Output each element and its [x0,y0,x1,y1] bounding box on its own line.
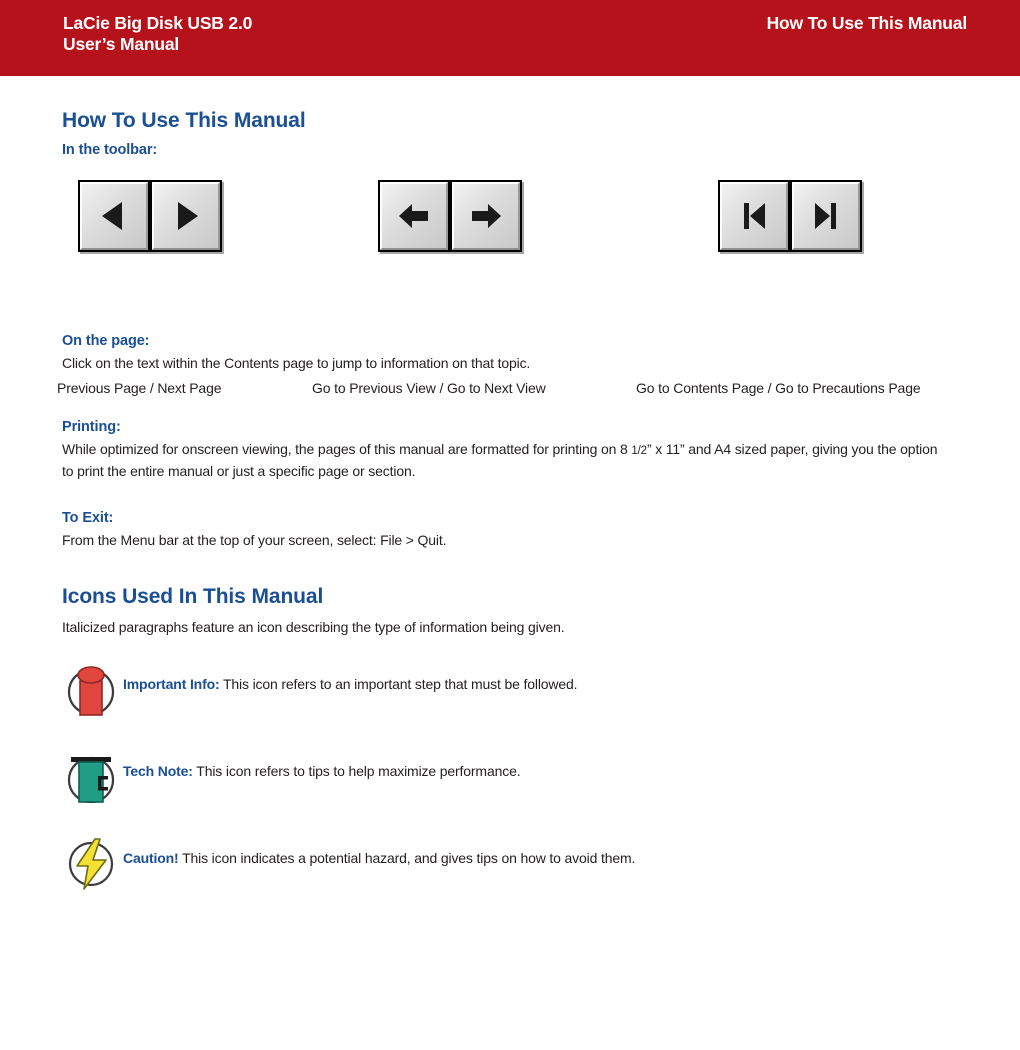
icon-description-tech-note: Tech Note: This icon refers to tips to h… [123,763,521,779]
icon-body-tech-note: This icon refers to tips to help maximiz… [192,763,521,779]
icons-section-intro: Italicized paragraphs feature an icon de… [62,619,565,635]
section-heading-printing: Printing: [62,419,121,435]
next-page-button[interactable] [152,182,220,250]
toolbar-group-document-navigation [718,180,862,252]
toolbar-button-rows: Previous Page / Next Page Go to Previous… [0,180,1020,396]
icon-lead-tech-note: Tech Note: [123,763,193,779]
triangle-right-icon [171,200,201,232]
icon-description-important-info: Important Info: This icon refers to an i… [123,676,578,692]
icon-body-important-info: This icon refers to an important step th… [219,676,578,692]
page-header-banner: LaCie Big Disk USB 2.0 User’s Manual How… [0,0,1020,76]
toolbar-caption-view-navigation: Go to Previous View / Go to Next View [312,380,546,396]
icon-lead-important-info: Important Info: [123,676,220,692]
section-to-exit: To Exit: From the Menu bar at the top of… [62,510,447,550]
section-body-to-exit: From the Menu bar at the top of your scr… [62,532,447,548]
toolbar-caption-page-navigation: Previous Page / Next Page [57,380,222,396]
page-title: How To Use This Manual [62,109,306,132]
banner-product-line-2: User’s Manual [63,34,180,54]
triangle-left-icon [99,200,129,232]
section-heading-to-exit: To Exit: [62,510,114,526]
icon-description-caution: Caution! This icon indicates a potential… [123,850,635,866]
section-body-printing: While optimized for onscreen viewing, th… [62,439,942,481]
list-item: Caution! This icon indicates a potential… [62,835,962,893]
go-to-precautions-page-button[interactable] [792,182,860,250]
skip-to-start-icon [738,200,770,232]
icon-body-caution: This icon indicates a potential hazard, … [178,850,636,866]
toolbar-subheading: In the toolbar: [62,142,158,158]
caution-icon [62,835,120,893]
toolbar-group-page-navigation [78,180,222,252]
go-to-next-view-button[interactable] [452,182,520,250]
go-to-contents-page-button[interactable] [720,182,788,250]
important-info-icon [62,661,120,719]
toolbar-group-view-navigation [378,180,522,252]
list-item: Important Info: This icon refers to an i… [62,661,962,719]
section-heading-on-the-page: On the page: [62,333,150,349]
icon-lead-caution: Caution! [123,850,179,866]
printing-body-fraction: 1/2 [631,445,647,457]
previous-page-button[interactable] [80,182,148,250]
icons-section-title: Icons Used In This Manual [62,585,324,608]
go-to-previous-view-button[interactable] [380,182,448,250]
banner-product-title: LaCie Big Disk USB 2.0 User’s Manual [63,13,252,55]
section-printing: Printing: While optimized for onscreen v… [62,419,942,481]
section-body-on-the-page: Click on the text within the Contents pa… [62,355,531,371]
list-item: Tech Note: This icon refers to tips to h… [62,748,962,806]
banner-section-title: How To Use This Manual [766,13,968,33]
printing-body-part-1: While optimized for onscreen viewing, th… [62,441,632,457]
banner-product-line-1: LaCie Big Disk USB 2.0 [63,13,253,33]
arrow-left-icon [396,200,432,232]
arrow-right-icon [468,200,504,232]
section-on-the-page: On the page: Click on the text within th… [62,333,530,373]
toolbar-caption-document-navigation: Go to Contents Page / Go to Precautions … [636,380,921,396]
tech-note-icon [62,748,120,806]
skip-to-end-icon [810,200,842,232]
